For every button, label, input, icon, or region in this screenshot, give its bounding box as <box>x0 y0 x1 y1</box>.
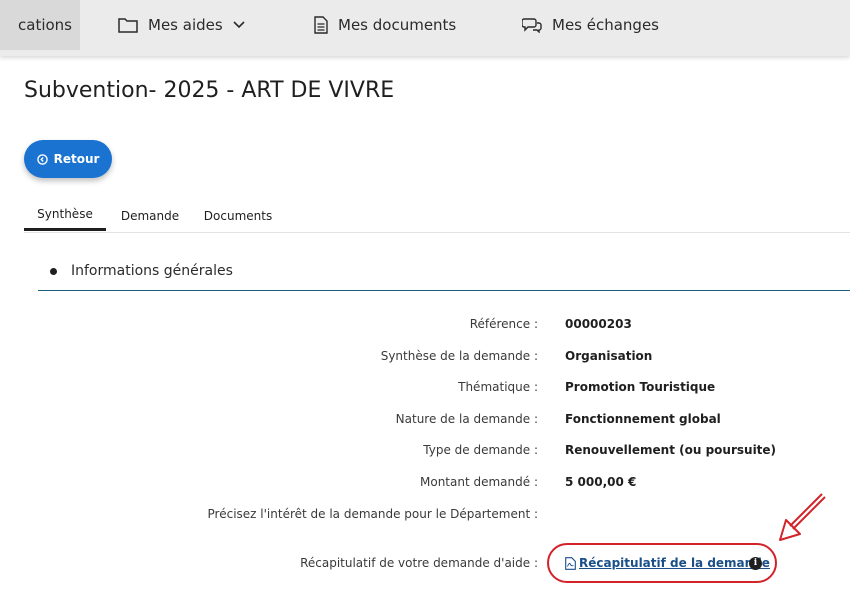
nav-item-mes-aides[interactable]: Mes aides <box>118 0 245 50</box>
nav-item-label: cations <box>18 16 72 34</box>
tab-synthese[interactable]: Synthèse <box>24 200 106 231</box>
field-value-montant: 5 000,00 € <box>565 475 637 489</box>
tab-demande[interactable]: Demande <box>112 200 188 231</box>
document-icon <box>314 16 328 34</box>
top-navigation: cations Mes aides Mes documents Mes écha… <box>0 0 850 56</box>
field-label-synthese: Synthèse de la demande : <box>380 349 538 363</box>
field-value-reference: 00000203 <box>565 317 632 331</box>
annotation-arrow-icon <box>779 493 826 541</box>
field-value-nature: Fonctionnement global <box>565 412 721 426</box>
field-value-synthese: Organisation <box>565 349 653 363</box>
field-value-type: Renouvellement (ou poursuite) <box>565 443 777 457</box>
annotation-highlight-oval <box>547 543 777 583</box>
chevron-down-icon <box>233 21 245 29</box>
nav-item-mes-documents[interactable]: Mes documents <box>314 0 456 50</box>
field-label-thematique: Thématique : <box>458 380 538 394</box>
field-label-interet: Précisez l'intérêt de la demande pour le… <box>207 507 538 521</box>
field-label-recapitulatif: Récapitulatif de votre demande d'aide : <box>300 556 538 570</box>
nav-item-applications[interactable]: cations <box>0 0 80 50</box>
back-button-label: Retour <box>53 152 100 166</box>
back-circle-icon <box>36 153 48 165</box>
tab-bar: Synthèse Demande Documents <box>24 200 850 233</box>
nav-item-label: Mes aides <box>148 16 223 34</box>
page-title: Subvention- 2025 - ART DE VIVRE <box>24 78 395 103</box>
chat-icon <box>522 18 542 33</box>
field-value-thematique: Promotion Touristique <box>565 380 716 394</box>
field-label-nature: Nature de la demande : <box>395 412 538 426</box>
nav-item-label: Mes échanges <box>552 16 659 34</box>
folder-icon <box>118 18 138 33</box>
field-label-type: Type de demande : <box>423 443 538 457</box>
field-label-montant: Montant demandé : <box>420 475 538 489</box>
section-divider <box>38 290 850 291</box>
section-title: Informations générales <box>71 263 233 279</box>
back-button[interactable]: Retour <box>24 140 112 178</box>
section-header: Informations générales <box>50 263 233 279</box>
bullet-icon <box>50 267 57 275</box>
nav-item-mes-echanges[interactable]: Mes échanges <box>522 0 659 50</box>
field-label-reference: Référence : <box>469 317 538 331</box>
nav-item-label: Mes documents <box>338 16 457 34</box>
tab-documents[interactable]: Documents <box>196 200 280 231</box>
